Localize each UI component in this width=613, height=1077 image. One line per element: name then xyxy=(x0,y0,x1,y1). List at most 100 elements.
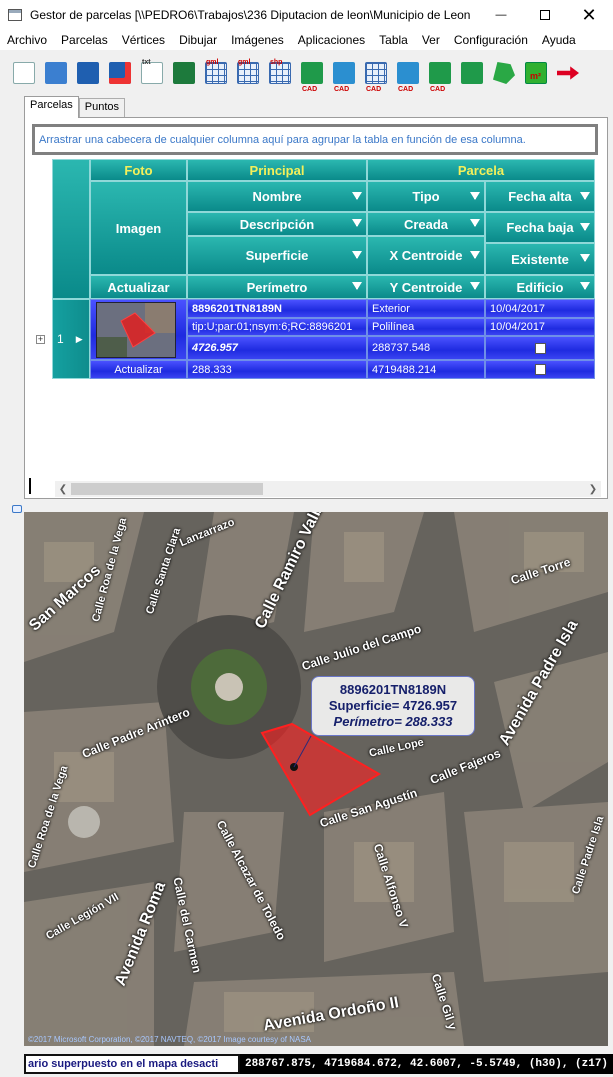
column-edificio[interactable]: Edificio xyxy=(485,275,595,299)
filter-icon[interactable] xyxy=(470,282,480,290)
menu-configuracion[interactable]: Configuración xyxy=(447,33,535,47)
filter-icon[interactable] xyxy=(580,222,590,231)
filter-icon[interactable] xyxy=(352,191,362,200)
cell-y-centroide[interactable]: 4719488.214 xyxy=(367,360,485,379)
cell-descripcion[interactable]: tip:U;par:01;nsym:6;RC:8896201 xyxy=(187,318,367,336)
maximize-button[interactable] xyxy=(523,0,567,30)
menu-ayuda[interactable]: Ayuda xyxy=(535,33,583,47)
column-perimetro[interactable]: Perímetro xyxy=(187,275,367,299)
open-button[interactable] xyxy=(42,59,71,89)
column-descripcion[interactable]: Descripción xyxy=(187,212,367,236)
export-excel-button[interactable] xyxy=(170,59,199,89)
plaza xyxy=(68,806,100,838)
popup-perimetro: Perímetro= 288.333 xyxy=(333,714,453,729)
cell-nombre[interactable]: 8896201TN8189N xyxy=(187,299,367,318)
scroll-right-icon[interactable]: ❯ xyxy=(585,481,601,497)
column-imagen[interactable]: Imagen xyxy=(90,181,187,275)
column-nombre[interactable]: Nombre xyxy=(187,181,367,212)
parcel-cad-button[interactable]: CAD xyxy=(298,59,327,93)
column-creada[interactable]: Creada xyxy=(367,212,485,236)
menu-vertices[interactable]: Vértices xyxy=(115,33,172,47)
column-fecha-alta[interactable]: Fecha alta xyxy=(485,181,595,212)
title-bar: Gestor de parcelas [\\PEDRO6\Trabajos\23… xyxy=(0,0,613,30)
column-y-centroide[interactable]: Y Centroide xyxy=(367,275,485,299)
filter-icon[interactable] xyxy=(470,219,480,227)
thumbnail-tree xyxy=(97,337,127,357)
export-gml-2-button[interactable]: gml xyxy=(234,59,263,89)
group-by-panel[interactable]: Arrastrar una cabecera de cualquier colu… xyxy=(32,124,598,155)
column-actualizar[interactable]: Actualizar xyxy=(90,275,187,299)
status-message: ario superpuesto en el mapa desacti xyxy=(24,1054,240,1074)
import-cad-button[interactable]: CAD xyxy=(362,59,391,93)
save-as-button[interactable] xyxy=(106,59,135,89)
next-button[interactable] xyxy=(554,59,583,89)
filter-icon[interactable] xyxy=(580,191,590,200)
menu-aplicaciones[interactable]: Aplicaciones xyxy=(291,33,372,47)
existente-checkbox[interactable] xyxy=(534,342,546,354)
thumbnail-graphic xyxy=(97,303,175,357)
filter-icon[interactable] xyxy=(580,282,590,290)
export-cad-icon xyxy=(397,62,419,84)
cell-x-centroide[interactable]: 288737.548 xyxy=(367,336,485,360)
cell-tipo[interactable]: Exterior xyxy=(367,299,485,318)
area-m2-button[interactable]: m² xyxy=(522,59,551,89)
popup-parcel-name: 8896201TN8189N xyxy=(339,682,447,697)
application-window: Gestor de parcelas [\\PEDRO6\Trabajos\23… xyxy=(0,0,613,1077)
new-document-button[interactable] xyxy=(10,59,39,89)
filter-icon[interactable] xyxy=(580,254,590,262)
column-fecha-baja[interactable]: Fecha baja xyxy=(485,212,595,243)
export-cad-button[interactable]: CAD xyxy=(394,59,423,93)
cell-edificio[interactable] xyxy=(485,360,595,379)
globe-cad-button[interactable]: CAD xyxy=(330,59,359,93)
row-actualizar-button[interactable]: Actualizar xyxy=(90,360,187,379)
column-tipo[interactable]: Tipo xyxy=(367,181,485,212)
export-shp-button[interactable]: shp xyxy=(266,59,295,89)
column-x-centroide[interactable]: X Centroide xyxy=(367,236,485,275)
expand-row-icon[interactable]: + xyxy=(36,335,45,344)
horizontal-scrollbar[interactable]: ❮ ❯ xyxy=(55,481,601,497)
measure-button[interactable] xyxy=(458,59,487,89)
row-marker xyxy=(29,478,31,494)
menu-tabla[interactable]: Tabla xyxy=(372,33,415,47)
cell-fecha-alta[interactable]: 10/04/2017 xyxy=(485,299,595,318)
export-gml-button[interactable]: gml xyxy=(202,59,231,89)
tab-puntos[interactable]: Puntos xyxy=(78,98,126,118)
column-nombre-label: Nombre xyxy=(252,189,302,204)
menu-ver[interactable]: Ver xyxy=(415,33,447,47)
minimize-icon: — xyxy=(495,9,507,21)
filter-icon[interactable] xyxy=(470,250,480,259)
menu-imagenes[interactable]: Imágenes xyxy=(224,33,291,47)
column-tipo-label: Tipo xyxy=(412,189,440,204)
cad-label-3: CAD xyxy=(366,86,382,93)
cell-superficie[interactable]: 4726.957 xyxy=(187,336,367,360)
filter-icon[interactable] xyxy=(352,282,362,290)
filter-icon[interactable] xyxy=(352,250,362,259)
edificio-checkbox[interactable] xyxy=(534,364,546,375)
splitter-handle[interactable] xyxy=(12,505,22,513)
minimize-button[interactable]: — xyxy=(479,0,523,30)
close-button[interactable]: ✕ xyxy=(567,0,611,30)
column-existente[interactable]: Existente xyxy=(485,243,595,275)
row-selector[interactable]: 1 ▶ xyxy=(52,299,90,379)
column-descripcion-label: Descripción xyxy=(239,216,315,232)
band-parcela: Parcela xyxy=(367,159,595,181)
column-superficie[interactable]: Superficie xyxy=(187,236,367,275)
menu-dibujar[interactable]: Dibujar xyxy=(172,33,224,47)
filter-icon[interactable] xyxy=(352,219,362,227)
tab-parcelas[interactable]: Parcelas xyxy=(24,96,79,118)
scroll-left-icon[interactable]: ❮ xyxy=(55,481,71,497)
search-cad-button[interactable]: CAD xyxy=(426,59,455,93)
export-txt-button[interactable]: txt xyxy=(138,59,167,89)
cell-perimetro[interactable]: 288.333 xyxy=(187,360,367,379)
save-button[interactable] xyxy=(74,59,103,89)
aerial-map[interactable]: Calle Ramiro Valbuena Avenida Padre Isla… xyxy=(24,512,608,1046)
menu-archivo[interactable]: Archivo xyxy=(0,33,54,47)
polygon-button[interactable] xyxy=(490,59,519,89)
filter-icon[interactable] xyxy=(470,191,480,200)
cell-creada[interactable]: Polilínea xyxy=(367,318,485,336)
scrollbar-thumb[interactable] xyxy=(71,483,263,495)
parcel-thumbnail xyxy=(96,302,176,358)
menu-parcelas[interactable]: Parcelas xyxy=(54,33,115,47)
cell-existente[interactable] xyxy=(485,336,595,360)
cell-fecha-baja[interactable]: 10/04/2017 xyxy=(485,318,595,336)
